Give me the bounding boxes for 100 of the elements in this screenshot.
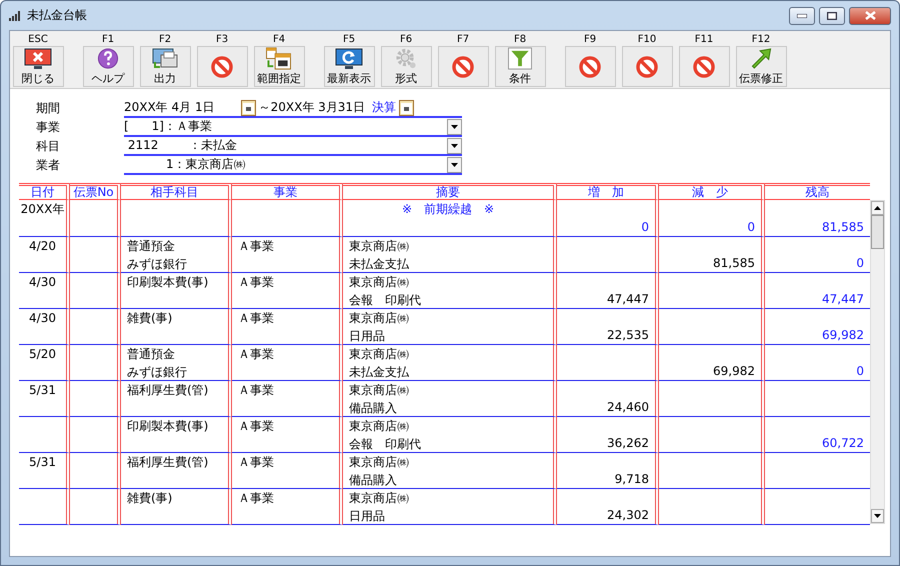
field-label: 期間 [36, 100, 61, 117]
toolbar-button[interactable] [438, 46, 488, 87]
toolbar-button[interactable] [564, 46, 616, 87]
toolbar-button[interactable]: 形式 [380, 46, 432, 87]
function-key-label: F2 [158, 33, 172, 46]
date-text: 20XX年 [20, 201, 64, 218]
memo-text: 未払金支払 [349, 364, 409, 381]
amount-text: 0 [856, 255, 864, 272]
dropdown-button[interactable] [447, 138, 462, 154]
memo-text: 備品購入 [349, 400, 397, 417]
memo-text: 日用品 [349, 328, 385, 345]
toolbar-button[interactable]: 最新表示 [324, 46, 374, 87]
calendar-icon [265, 47, 293, 70]
scroll-down-button[interactable] [871, 509, 884, 523]
business-text: Ａ事業 [238, 346, 274, 363]
date-text: 4/20 [29, 238, 56, 255]
dropdown-button[interactable] [447, 118, 462, 134]
minimize-button[interactable] [789, 6, 815, 24]
field-label: 科目 [36, 138, 61, 155]
toolbar-button[interactable]: 範囲指定 [254, 46, 304, 87]
amount-text: 47,447 [822, 291, 864, 308]
memo-text: 未払金支払 [349, 256, 409, 273]
function-key-label: F7 [456, 33, 470, 46]
memo-text: 東京商店㈱ [349, 490, 409, 507]
account-text: 印刷製本費(事) [127, 274, 208, 291]
down-arrow-icon [874, 514, 881, 518]
business-text: Ａ事業 [238, 274, 274, 291]
amount-text: 69,982 [822, 327, 864, 344]
date-text: 5/31 [29, 382, 56, 399]
amount-text: 24,460 [607, 399, 649, 416]
close-button[interactable] [849, 6, 891, 24]
account-text: みずほ銀行 [127, 256, 187, 273]
amount-text: 36,262 [607, 435, 649, 452]
function-key-label: F12 [752, 33, 770, 46]
printer-icon [152, 48, 178, 70]
dropdown-field[interactable]: 1：東京商店㈱ [124, 156, 462, 175]
scroll-up-button[interactable] [871, 201, 884, 215]
memo-text: 日用品 [349, 508, 385, 525]
amount-text: 81,585 [822, 219, 864, 236]
toolbar-button[interactable]: 閉じる [12, 46, 64, 87]
scrollbar[interactable] [870, 200, 885, 524]
maximize-button[interactable] [819, 6, 845, 24]
scroll-thumb[interactable] [871, 215, 884, 249]
prohibited-icon [635, 54, 659, 78]
toolbar-button[interactable]: 条件 [494, 46, 546, 87]
column-header[interactable]: 残高 [806, 184, 830, 201]
memo-text: 東京商店㈱ [349, 346, 409, 363]
help-icon [96, 47, 120, 70]
toolbar-button[interactable]: ヘルプ [82, 46, 134, 87]
window-title: 未払金台帳 [27, 7, 88, 24]
dropdown-field[interactable]: 2112 ：未払金 [124, 137, 462, 156]
field-label: 業者 [36, 157, 61, 174]
account-text: 福利厚生費(管) [127, 382, 208, 399]
toolbar-button[interactable]: 出力 [140, 46, 190, 87]
up-arrow-icon [874, 206, 881, 210]
field-label: 事業 [36, 119, 61, 136]
memo-text: 東京商店㈱ [349, 238, 409, 255]
account-text: 普通預金 [127, 346, 175, 363]
function-key-label: F1 [102, 33, 114, 46]
calendar-icon[interactable] [399, 100, 414, 116]
start-date: 20XX年 4月 1日 [124, 99, 215, 116]
toolbar-button[interactable] [622, 46, 672, 87]
toolbar-button[interactable]: 伝票修正 [736, 46, 786, 87]
function-key-label: F6 [400, 33, 412, 46]
amount-text: 60,722 [822, 435, 864, 452]
business-text: Ａ事業 [238, 238, 274, 255]
bar-chart-icon [9, 10, 23, 22]
toolbar-button[interactable] [678, 46, 730, 87]
dropdown-button[interactable] [447, 156, 462, 172]
business-text: Ａ事業 [238, 418, 274, 435]
business-text: Ａ事業 [238, 382, 274, 399]
function-key-label: F4 [272, 33, 286, 46]
gear-icon [394, 47, 418, 70]
down-arrow-icon [451, 124, 458, 128]
toolbar-button[interactable] [196, 46, 248, 87]
maximize-icon [827, 12, 837, 20]
amount-text: 22,535 [607, 327, 649, 344]
business-text: Ａ事業 [238, 490, 274, 507]
function-key-label: F5 [342, 33, 356, 46]
memo-text: 東京商店㈱ [349, 382, 409, 399]
account-text: みずほ銀行 [127, 364, 187, 381]
calendar-icon[interactable] [240, 100, 256, 116]
monitor-x-icon [24, 48, 52, 70]
account-text: 雑費(事) [127, 310, 172, 327]
settlement-link[interactable]: 決算 [372, 99, 396, 116]
amount-text: 0 [641, 219, 649, 236]
date-text: 5/20 [29, 346, 56, 363]
dropdown-field[interactable]: [ 1]：Ａ事業 [124, 118, 462, 137]
column-header[interactable]: 摘要 [436, 184, 460, 201]
prohibited-icon [451, 54, 475, 78]
memo-text: 会報 印刷代 [349, 292, 421, 309]
close-icon [864, 11, 876, 20]
prohibited-icon [692, 54, 716, 78]
account-text: 印刷製本費(事) [127, 418, 208, 435]
amount-text: 0 [747, 219, 755, 236]
amount-text: 24,302 [607, 507, 649, 524]
memo-text: 東京商店㈱ [349, 454, 409, 471]
date-text: 4/30 [29, 274, 56, 291]
funnel-icon [507, 47, 533, 70]
account-text: 普通預金 [127, 238, 175, 255]
